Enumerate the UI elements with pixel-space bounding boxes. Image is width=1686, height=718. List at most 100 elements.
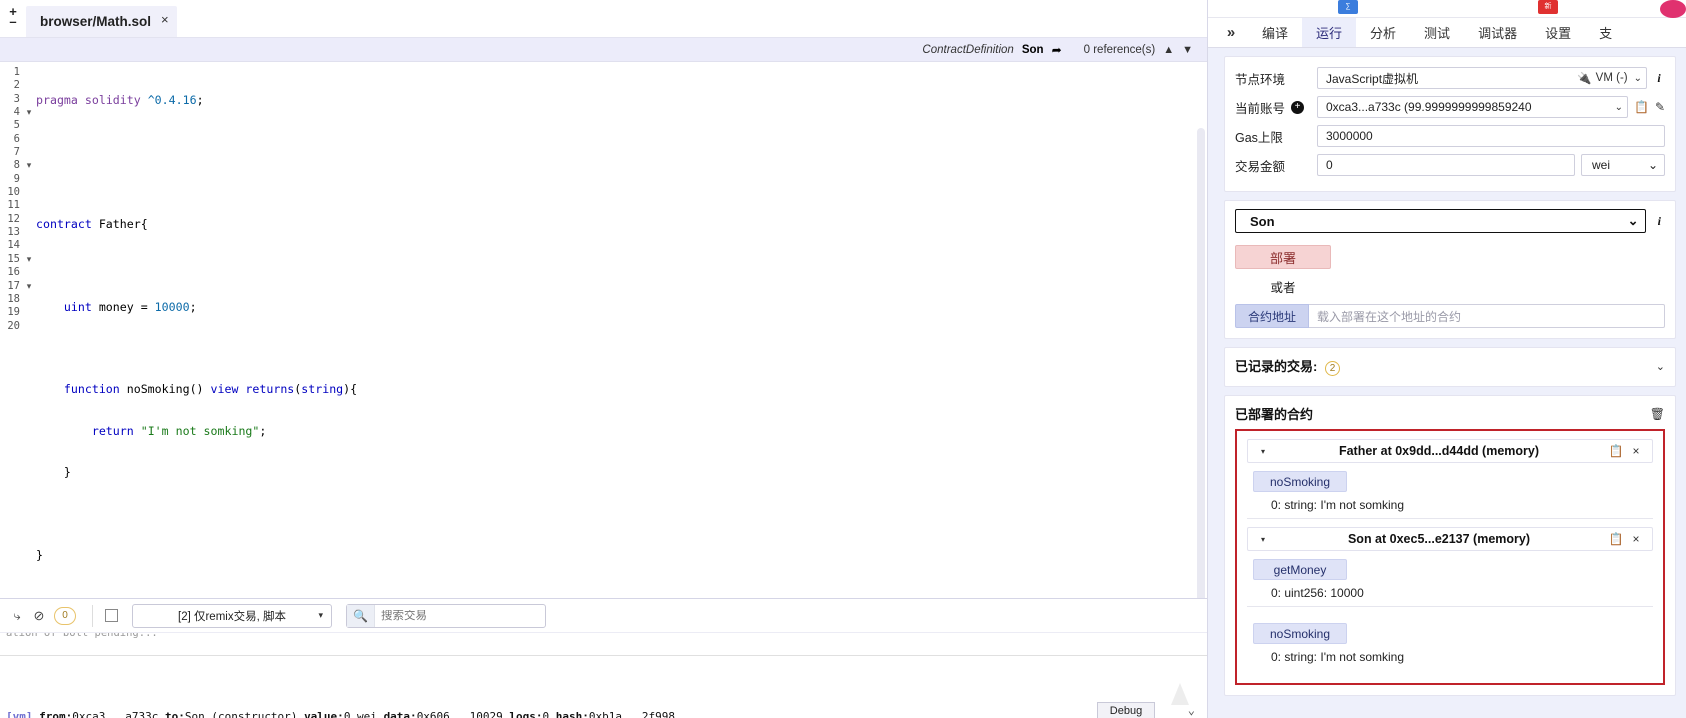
function-button-getmoney[interactable]: getMoney xyxy=(1253,559,1347,580)
deploy-card: Son ⌄ i 部署 或者 合约地址 载入部署在这个地址的合约 xyxy=(1224,200,1676,339)
recorded-header[interactable]: 已记录的交易: 2 ⌄ xyxy=(1235,356,1665,376)
run-panel-scroll[interactable]: 节点环境 JavaScript虚拟机 🔌 VM (-) ⌄ i 当前账号 + 0… xyxy=(1208,48,1686,718)
fold-marker xyxy=(22,199,36,212)
tab-support[interactable]: 支 xyxy=(1585,18,1626,47)
chevron-down-icon[interactable]: ▾ xyxy=(1254,447,1272,456)
tab-run[interactable]: 运行 xyxy=(1302,18,1357,47)
value-unit-select[interactable]: wei ⌄ xyxy=(1581,154,1665,176)
jump-to-icon[interactable]: ➦ xyxy=(1052,43,1062,57)
warning-count-badge[interactable]: 0 xyxy=(54,606,76,625)
tab-compile[interactable]: 编译 xyxy=(1248,18,1302,47)
code-line-8: function noSmoking() view returns(string… xyxy=(63,382,358,397)
copy-icon[interactable]: 📋 xyxy=(1634,100,1649,114)
chevron-down-icon[interactable]: ⌄ xyxy=(1628,73,1642,84)
copy-icon[interactable]: 📋 xyxy=(1606,444,1626,458)
fold-marker[interactable]: ▾ xyxy=(22,253,36,266)
plus-minus-icon[interactable]: + – xyxy=(0,0,26,37)
fold-marker xyxy=(22,93,36,106)
toolbar-divider xyxy=(92,604,93,627)
transaction-log-line[interactable]: [vm] from:0xca3...a733c to:Son.(construc… xyxy=(6,710,675,718)
fold-marker xyxy=(22,320,36,333)
code-text[interactable]: pragma solidity ^0.4.16; contract Father… xyxy=(36,62,1207,598)
remix-ide-window: + – browser/Math.sol × ContractDefinitio… xyxy=(0,0,1686,718)
instance-divider xyxy=(1247,518,1653,519)
avatar[interactable] xyxy=(1660,0,1686,18)
info-icon[interactable]: i xyxy=(1654,214,1665,229)
tab-debugger[interactable]: 调试器 xyxy=(1464,18,1531,47)
ban-icon[interactable]: ⊘ xyxy=(28,608,50,624)
close-icon[interactable]: × xyxy=(161,13,169,30)
environment-select[interactable]: JavaScript虚拟机 🔌 VM (-) ⌄ xyxy=(1317,67,1647,89)
contract-value: Son xyxy=(1250,213,1275,229)
line-number: 9 xyxy=(13,172,20,185)
value-input[interactable]: 0 xyxy=(1317,154,1575,176)
account-value: 0xca3...a733c (99.9999999999859240 xyxy=(1326,100,1532,114)
listen-network-checkbox[interactable] xyxy=(105,609,118,622)
to-label: to: xyxy=(164,710,185,718)
search-transactions[interactable]: 🔍 xyxy=(346,603,546,628)
code-line-6: uint money = 10000; xyxy=(63,299,197,314)
at-address-button[interactable]: 合约地址 xyxy=(1235,304,1309,328)
environment-value: JavaScript虚拟机 xyxy=(1326,71,1419,86)
deploy-button[interactable]: 部署 xyxy=(1235,245,1331,269)
close-icon[interactable]: × xyxy=(1626,444,1646,458)
sign-message-icon[interactable]: ✎ xyxy=(1655,100,1665,114)
chevron-down-icon[interactable]: ⌄ xyxy=(1656,360,1665,373)
fold-marker xyxy=(22,226,36,239)
browser-icon-red: 新 xyxy=(1538,0,1558,14)
contract-select[interactable]: Son ⌄ xyxy=(1235,209,1646,233)
chevron-down-icon[interactable]: ⌄ xyxy=(1609,102,1623,113)
tab-settings[interactable]: 设置 xyxy=(1531,18,1585,47)
terminal-output[interactable]: ation of bolt pending... [vm] from:0xca3… xyxy=(0,633,1207,718)
chevron-down-icon: ▾ xyxy=(318,610,323,620)
value-value: 0 wei xyxy=(343,710,377,718)
tab-analysis[interactable]: 分析 xyxy=(1356,18,1410,47)
fold-marker xyxy=(22,173,36,186)
recorded-transactions-card[interactable]: 已记录的交易: 2 ⌄ xyxy=(1224,347,1676,387)
editor-tab-math-sol[interactable]: browser/Math.sol × xyxy=(26,6,177,37)
fold-marker[interactable]: ▾ xyxy=(22,280,36,293)
editor-vertical-scrollbar[interactable] xyxy=(1197,128,1205,598)
trash-icon[interactable]: 🗑 xyxy=(1650,407,1665,421)
chevron-down-icon[interactable]: ▾ xyxy=(1254,535,1272,544)
chevron-up-icon[interactable]: ▲ xyxy=(1163,44,1174,56)
terminal-ghost-line: ation of bolt pending... xyxy=(6,633,158,639)
close-icon[interactable]: × xyxy=(1626,532,1646,546)
account-select[interactable]: 0xca3...a733c (99.9999999999859240 ⌄ xyxy=(1317,96,1628,118)
fold-marker xyxy=(22,186,36,199)
function-button-nosmoking[interactable]: noSmoking xyxy=(1253,471,1347,492)
line-number: 6 xyxy=(13,132,20,145)
account-label: 当前账号 + xyxy=(1235,98,1317,117)
tab-test[interactable]: 测试 xyxy=(1410,18,1464,47)
code-line-9: return "I'm not somking"; xyxy=(91,423,267,438)
chevrons-down-icon[interactable]: ⤷ xyxy=(6,608,28,624)
fold-marker[interactable]: ▾ xyxy=(22,106,36,119)
fold-gutter[interactable]: ▾ ▾ ▾ ▾ xyxy=(22,62,36,598)
transaction-filter-select[interactable]: [2] 仅remix交易, 脚本 ▾ xyxy=(132,603,332,628)
account-label-text: 当前账号 xyxy=(1235,101,1286,116)
instance-header[interactable]: ▾ Son at 0xec5...e2137 (memory) 📋 × xyxy=(1247,527,1653,551)
info-icon[interactable]: i xyxy=(1653,71,1665,86)
deployed-instances-list: ▾ Father at 0x9dd...d44dd (memory) 📋 × n… xyxy=(1235,429,1665,685)
search-input[interactable] xyxy=(375,609,545,622)
fold-marker xyxy=(22,306,36,319)
copy-icon[interactable]: 📋 xyxy=(1606,532,1626,546)
code-editor[interactable]: 1 2 3 4 5 6 7 8 9 10 11 12 13 14 15 16 1… xyxy=(0,62,1207,598)
gas-limit-input[interactable]: 3000000 xyxy=(1317,125,1665,147)
instance-header[interactable]: ▾ Father at 0x9dd...d44dd (memory) 📋 × xyxy=(1247,439,1653,463)
chevron-down-icon[interactable]: ▼ xyxy=(1182,44,1193,56)
fold-marker xyxy=(22,293,36,306)
line-number: 13 xyxy=(7,226,20,239)
line-number: 1 xyxy=(13,66,20,78)
add-account-icon[interactable]: + xyxy=(1291,100,1305,114)
line-number: 8 xyxy=(13,159,20,172)
account-row: 当前账号 + 0xca3...a733c (99.999999999985924… xyxy=(1235,94,1665,120)
function-button-nosmoking[interactable]: noSmoking xyxy=(1253,623,1347,644)
fold-marker[interactable]: ▾ xyxy=(22,159,36,172)
debug-button[interactable]: Debug xyxy=(1097,702,1155,718)
more-tabs-icon[interactable]: » xyxy=(1214,18,1248,47)
at-address-input[interactable]: 载入部署在这个地址的合约 xyxy=(1309,304,1665,328)
chevron-down-icon[interactable]: ⌄ xyxy=(1188,703,1195,717)
